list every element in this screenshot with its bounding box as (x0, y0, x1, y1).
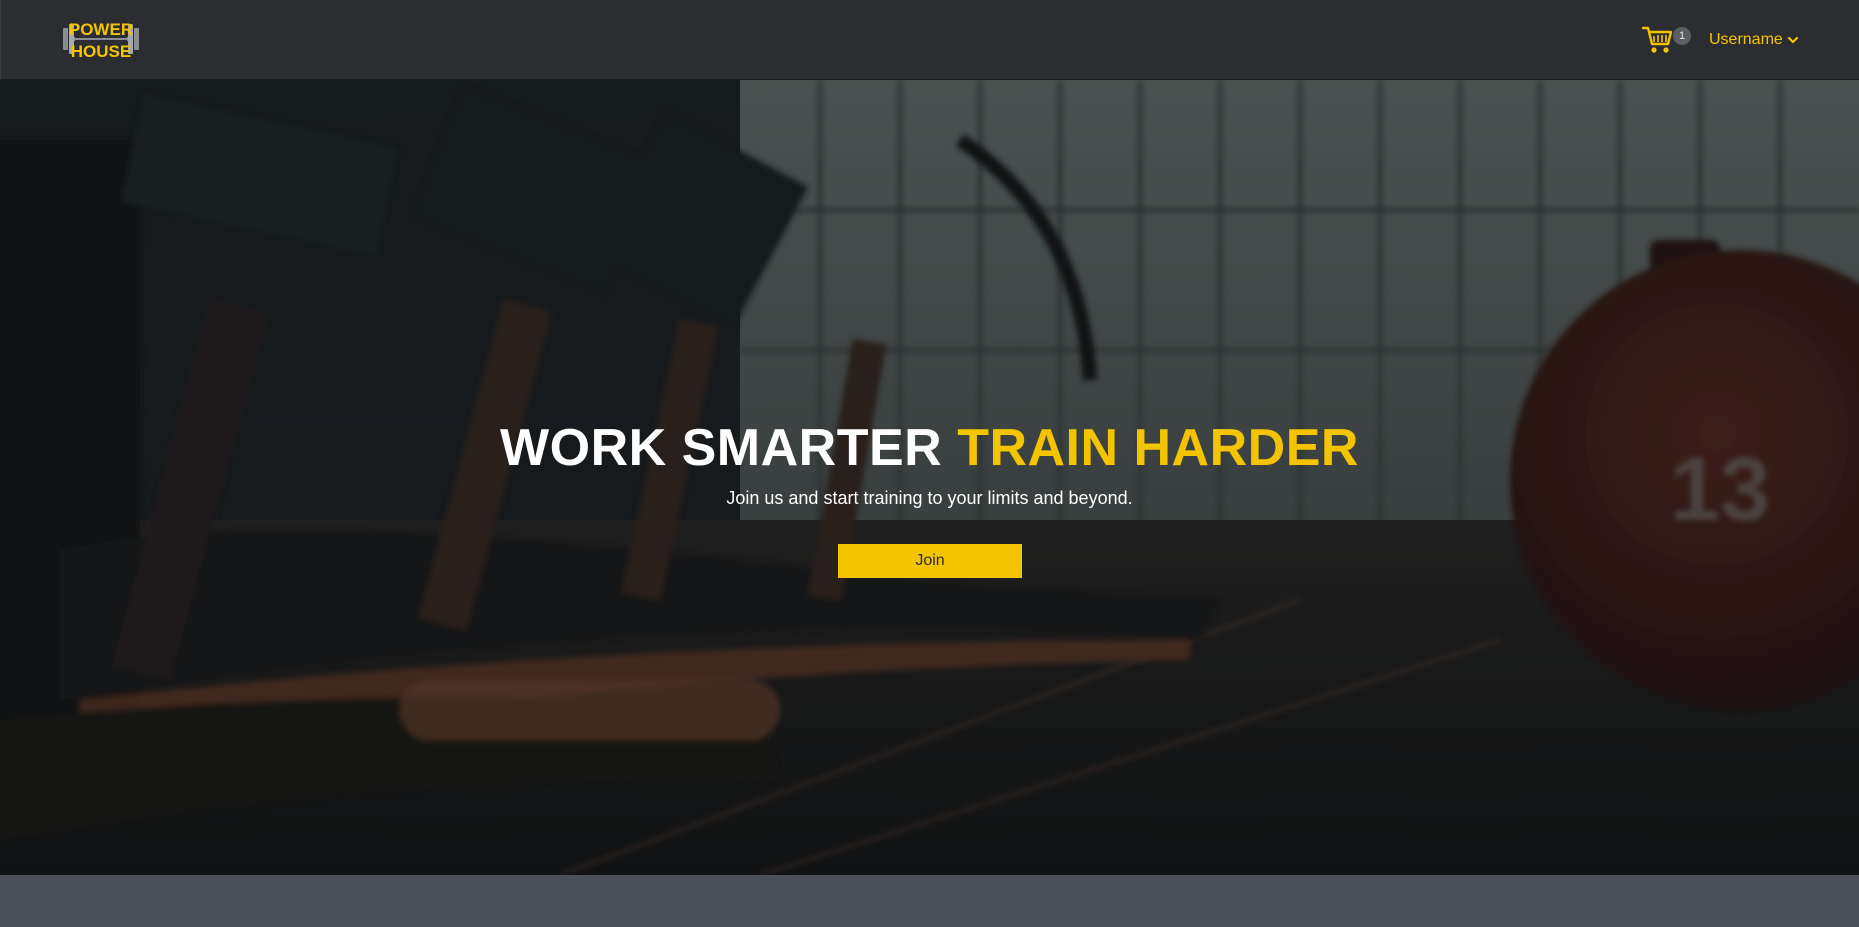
logo-text-house: HOUSE (71, 42, 131, 61)
cart-count-badge: 1 (1673, 27, 1691, 45)
footer-strip (0, 875, 1859, 927)
join-button[interactable]: Join (838, 544, 1022, 578)
hero-subtitle: Join us and start training to your limit… (726, 488, 1133, 508)
powerhouse-logo[interactable]: POWER HOUSE (61, 14, 141, 64)
username-label: Username (1709, 31, 1783, 48)
shopping-cart-icon[interactable] (1641, 22, 1675, 56)
logo-text-power: POWER (69, 20, 133, 39)
user-menu-dropdown[interactable]: Username (1709, 29, 1799, 51)
hero-title-white: WORK SMARTER (500, 419, 943, 477)
hero-title: WORK SMARTER TRAIN HARDER (0, 418, 1859, 478)
hero-title-accent: TRAIN HARDER (957, 419, 1359, 477)
top-navbar: POWER HOUSE 1 Username (0, 0, 1859, 80)
hero-section: 13 WORK SMARTER TRAIN HARDER Join us and… (0, 80, 1859, 875)
chevron-down-icon (1787, 36, 1798, 44)
